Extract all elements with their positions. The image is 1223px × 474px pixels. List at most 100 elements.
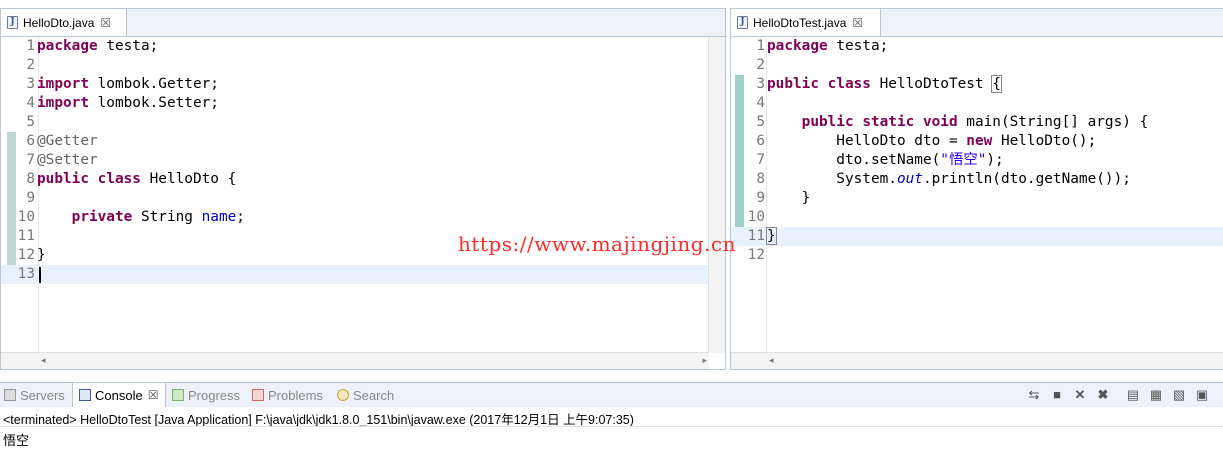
- horizontal-scrollbar[interactable]: ◂: [731, 352, 1223, 369]
- editor-hellodto[interactable]: J HelloDto.java ☒ 1 package testa; 2 3 impor…: [0, 8, 726, 370]
- tab-search[interactable]: Search: [337, 383, 394, 407]
- scroll-left-icon[interactable]: ◂: [769, 355, 774, 366]
- line-number: 10: [17, 209, 35, 225]
- console-panel: Servers Console ☒ Progress Problems Sear…: [0, 382, 1223, 474]
- code-line[interactable]: 10: [731, 208, 1223, 227]
- code-line[interactable]: 3 public class HelloDtoTest {: [731, 75, 1223, 94]
- terminate-icon[interactable]: ■: [1049, 387, 1065, 403]
- search-icon: [337, 389, 349, 401]
- line-number: 8: [756, 171, 765, 187]
- code-line[interactable]: 2: [1, 56, 709, 75]
- line-text: package testa;: [767, 38, 889, 54]
- console-icon: [79, 389, 91, 401]
- code-area[interactable]: 1 package testa; 2 3 import lombok.Getter; 4 i…: [1, 37, 709, 353]
- code-area[interactable]: 1 package testa; 2 3 public class HelloDtoTe…: [731, 37, 1223, 353]
- line-number: 3: [756, 76, 765, 92]
- line-number: 8: [26, 171, 35, 187]
- line-text: public static void main(String[] args) {: [801, 114, 1149, 130]
- tab-label: Servers: [20, 387, 65, 403]
- line-number: 9: [26, 190, 35, 206]
- code-line[interactable]: 3 import lombok.Getter;: [1, 75, 709, 94]
- code-line[interactable]: 7 dto.setName("悟空");: [731, 151, 1223, 170]
- code-line[interactable]: 12: [731, 246, 1223, 265]
- watermark: https://www.majingjing.cn: [458, 232, 736, 256]
- code-line[interactable]: 8 System.out.println(dto.getName());: [731, 170, 1223, 189]
- code-line[interactable]: 2: [731, 56, 1223, 75]
- problems-icon: [252, 389, 264, 401]
- tab-label: HelloDto.java: [23, 15, 95, 30]
- code-line[interactable]: 11}: [731, 227, 1223, 246]
- line-number: 10: [747, 209, 765, 225]
- line-text: public class HelloDto {: [37, 171, 237, 187]
- line-number: 11: [17, 228, 35, 244]
- scroll-left-icon[interactable]: ◂: [41, 355, 46, 366]
- remove-launch-icon[interactable]: ✕: [1072, 387, 1088, 403]
- console-output: 悟空: [3, 433, 30, 448]
- line-text: public class HelloDtoTest {: [767, 75, 1002, 93]
- line-number: 2: [756, 57, 765, 73]
- scroll-right-icon[interactable]: ▸: [702, 355, 707, 366]
- tab-label: Problems: [268, 387, 323, 403]
- tab-servers[interactable]: Servers: [4, 383, 65, 407]
- line-number: 2: [26, 57, 35, 73]
- line-text: private String name;: [71, 209, 245, 225]
- java-file-icon: J: [7, 16, 18, 29]
- tab-label: Search: [353, 387, 395, 403]
- editor-hellodtotest[interactable]: J HelloDtoTest.java ☒ 1 package testa; 2 3 p…: [730, 8, 1223, 370]
- show-console-icon[interactable]: ▣: [1194, 387, 1210, 403]
- line-number: 12: [747, 247, 765, 263]
- editor-tab-bar: J HelloDtoTest.java ☒: [731, 9, 1223, 37]
- close-tab-icon[interactable]: ☒: [100, 16, 111, 30]
- code-line[interactable]: 6 HelloDto dto = new HelloDto();: [731, 132, 1223, 151]
- line-number: 4: [26, 95, 35, 111]
- code-line[interactable]: 9: [1, 189, 709, 208]
- code-line[interactable]: 7 @Setter: [1, 151, 709, 170]
- code-line[interactable]: 9 }: [731, 189, 1223, 208]
- line-number: 3: [26, 76, 35, 92]
- close-tab-icon[interactable]: ☒: [852, 16, 863, 30]
- code-line[interactable]: 5: [1, 113, 709, 132]
- line-number: 13: [17, 266, 35, 282]
- text-caret: [39, 267, 41, 283]
- line-text: import lombok.Getter;: [37, 76, 219, 92]
- line-number: 6: [26, 133, 35, 149]
- line-number: 12: [17, 247, 35, 263]
- line-text: dto.setName("悟空");: [767, 152, 1004, 168]
- line-text: }: [766, 227, 777, 245]
- tab-label: Progress: [188, 387, 241, 403]
- code-line[interactable]: 4: [731, 94, 1223, 113]
- line-number: 7: [26, 152, 35, 168]
- code-line[interactable]: 13: [1, 265, 709, 284]
- tab-problems[interactable]: Problems: [252, 383, 323, 407]
- tab-hellodtotest-java[interactable]: J HelloDtoTest.java ☒: [731, 9, 881, 36]
- tab-console[interactable]: Console ☒: [72, 383, 166, 407]
- code-line[interactable]: 6 @Getter: [1, 132, 709, 151]
- line-number: 9: [756, 190, 765, 206]
- progress-icon: [172, 389, 184, 401]
- pin-icon[interactable]: ⇆: [1026, 387, 1042, 403]
- line-number: 1: [26, 38, 35, 54]
- line-text: @Getter: [37, 133, 98, 149]
- line-text: HelloDto dto = new HelloDto();: [767, 133, 1097, 149]
- tab-hellodto-java[interactable]: J HelloDto.java ☒: [1, 9, 127, 36]
- word-wrap-icon[interactable]: ▧: [1171, 387, 1187, 403]
- tab-progress[interactable]: Progress: [172, 383, 240, 407]
- code-line[interactable]: 4 import lombok.Setter;: [1, 94, 709, 113]
- scroll-lock-icon[interactable]: ▦: [1148, 387, 1164, 403]
- servers-icon: [4, 389, 16, 401]
- clear-console-icon[interactable]: ▤: [1125, 387, 1141, 403]
- tab-label: HelloDtoTest.java: [753, 15, 847, 30]
- code-line[interactable]: 1 package testa;: [731, 37, 1223, 56]
- vertical-scrollbar[interactable]: [708, 37, 725, 353]
- horizontal-scrollbar[interactable]: ◂ ▸: [1, 352, 709, 369]
- code-line[interactable]: 8 public class HelloDto {: [1, 170, 709, 189]
- code-line[interactable]: 10 private String name;: [1, 208, 709, 227]
- line-text: @Setter: [37, 152, 98, 168]
- remove-all-icon[interactable]: ✖: [1095, 387, 1111, 403]
- close-tab-icon[interactable]: ☒: [148, 388, 159, 402]
- divider: [0, 426, 1223, 427]
- line-number: 5: [756, 114, 765, 130]
- code-line[interactable]: 1 package testa;: [1, 37, 709, 56]
- line-text: }: [767, 190, 811, 206]
- code-line[interactable]: 5 public static void main(String[] args)…: [731, 113, 1223, 132]
